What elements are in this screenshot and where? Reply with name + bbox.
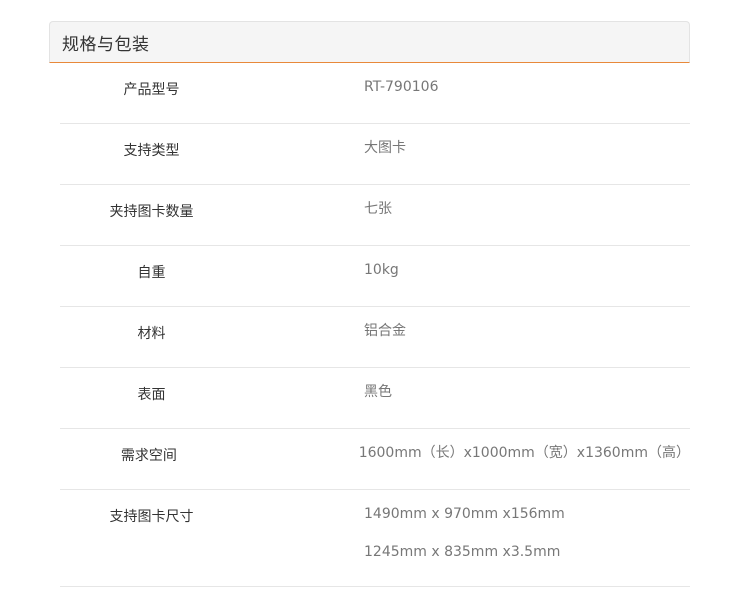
panel-title: 规格与包装 (62, 34, 150, 55)
spec-values: 黑色 (243, 368, 392, 428)
spec-label: 夹持图卡数量 (109, 204, 194, 220)
spec-values: 1490mm x 970mm x156mm 1245mm x 835mm x3.… (243, 490, 565, 586)
spec-row-support-type: 支持类型 大图卡 (60, 124, 690, 185)
spec-table: 产品型号 RT-790106 支持类型 大图卡 夹持图卡数量 七张 自重 10k… (60, 63, 690, 587)
spec-value: 七张 (364, 201, 392, 217)
spec-row-material: 材料 铝合金 (60, 307, 690, 368)
spec-label: 支持图卡尺寸 (109, 509, 194, 525)
spec-row-card-count: 夹持图卡数量 七张 (60, 185, 690, 246)
spec-values: 1600mm（长）x1000mm（宽）x1360mm（高） (238, 429, 690, 489)
spec-values: 铝合金 (243, 307, 406, 367)
spec-value: 大图卡 (364, 140, 406, 156)
spec-row-weight: 自重 10kg (60, 246, 690, 307)
spec-row-card-size: 支持图卡尺寸 1490mm x 970mm x156mm 1245mm x 83… (60, 490, 690, 587)
spec-label: 支持类型 (123, 143, 180, 159)
spec-value: 1600mm（长）x1000mm（宽）x1360mm（高） (358, 445, 690, 461)
spec-values: 10kg (243, 246, 399, 306)
spec-values: RT-790106 (243, 63, 438, 123)
spec-panel: 规格与包装 产品型号 RT-790106 支持类型 大图卡 夹持图卡数量 七张 … (49, 21, 690, 587)
spec-value: 铝合金 (364, 323, 406, 339)
spec-label: 需求空间 (120, 448, 177, 464)
spec-value: 1245mm x 835mm x3.5mm (364, 544, 561, 560)
spec-label: 表面 (137, 387, 166, 403)
spec-row-model: 产品型号 RT-790106 (60, 63, 690, 124)
spec-label: 材料 (137, 326, 166, 342)
spec-row-required-space: 需求空间 1600mm（长）x1000mm（宽）x1360mm（高） (60, 429, 690, 490)
spec-values: 七张 (243, 185, 392, 245)
spec-value: 1490mm x 970mm x156mm (364, 506, 565, 522)
spec-value: 10kg (364, 262, 399, 278)
spec-label: 产品型号 (123, 82, 180, 98)
spec-row-surface: 表面 黑色 (60, 368, 690, 429)
panel-header: 规格与包装 (49, 21, 690, 63)
spec-values: 大图卡 (243, 124, 406, 184)
spec-label: 自重 (137, 265, 166, 281)
spec-value: 黑色 (364, 384, 392, 400)
spec-value: RT-790106 (364, 79, 439, 95)
